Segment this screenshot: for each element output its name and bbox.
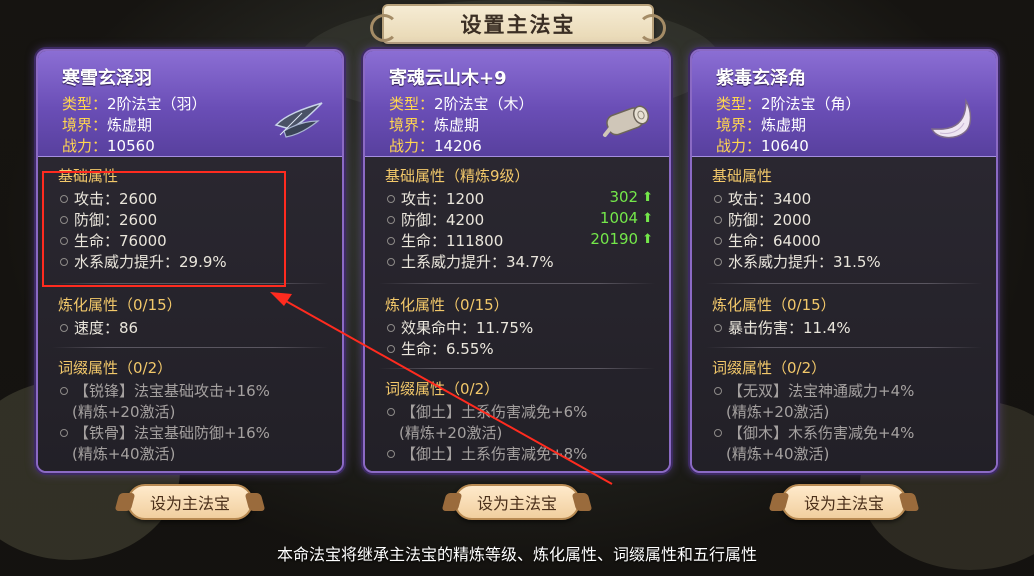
set-main-button-3[interactable]: 设为主法宝 bbox=[781, 484, 907, 520]
treasure-power: 战力：10640 bbox=[716, 137, 809, 155]
affix-attr-title: 词缀属性（0/2） bbox=[385, 380, 500, 398]
treasure-name: 寄魂云山木+9 bbox=[389, 68, 507, 89]
stat-defense: 防御：4200 bbox=[387, 209, 484, 230]
treasure-name: 紫毒玄泽角 bbox=[716, 68, 806, 89]
stat-hp: 生命：64000 bbox=[714, 230, 821, 251]
card-header: 寄魂云山木+9 类型：2阶法宝（木） 境界：炼虚期 战力：14206 bbox=[365, 51, 669, 157]
refine-stat: 生命：6.55% bbox=[387, 338, 494, 359]
affix-condition: (精炼+20激活) bbox=[726, 403, 830, 421]
treasure-name: 寒雪玄泽羽 bbox=[62, 68, 152, 89]
stat-hp: 生命：111800 bbox=[387, 230, 503, 251]
stat-element-boost: 土系威力提升：34.7% bbox=[387, 251, 554, 272]
title-banner: 设置主法宝 bbox=[370, 4, 666, 44]
affix-condition: (精炼+40激活) bbox=[72, 445, 176, 463]
card-body: 基础属性 攻击：3400 防御：2000 生命：64000 水系威力提升：31.… bbox=[692, 157, 996, 471]
stat-gain-hp: 20190 ⬆ bbox=[590, 230, 653, 248]
horn-icon bbox=[930, 98, 972, 139]
treasure-realm: 境界：炼虚期 bbox=[62, 116, 153, 134]
stat-attack: 攻击：1200 bbox=[387, 188, 484, 209]
treasure-card-3[interactable]: 紫毒玄泽角 类型：2阶法宝（角） 境界：炼虚期 战力：10640 基础属性 攻击… bbox=[690, 49, 998, 473]
affix-line: 【御土】土系伤害减免+6% bbox=[387, 401, 587, 422]
affix-attr-title: 词缀属性（0/2） bbox=[712, 359, 827, 377]
affix-condition: (精炼+20激活) bbox=[72, 403, 176, 421]
affix-line: 【无双】法宝神通威力+4% bbox=[714, 380, 914, 401]
affix-condition: (精炼+20激活) bbox=[399, 424, 503, 442]
base-attr-title: 基础属性（精炼9级） bbox=[385, 167, 530, 185]
refine-attr-title: 炼化属性（0/15） bbox=[58, 296, 182, 314]
refine-stat: 速度：86 bbox=[60, 317, 138, 338]
refine-attr-title: 炼化属性（0/15） bbox=[385, 296, 509, 314]
arrow-up-icon: ⬆ bbox=[642, 231, 653, 247]
treasure-type: 类型：2阶法宝（羽） bbox=[62, 95, 207, 113]
treasure-card-2[interactable]: 寄魂云山木+9 类型：2阶法宝（木） 境界：炼虚期 战力：14206 基础属性（… bbox=[363, 49, 671, 473]
page-title: 设置主法宝 bbox=[460, 13, 576, 37]
divider bbox=[379, 283, 655, 284]
treasure-power: 战力：14206 bbox=[389, 137, 482, 155]
treasure-realm: 境界：炼虚期 bbox=[716, 116, 807, 134]
divider bbox=[706, 347, 982, 348]
treasure-power: 战力：10560 bbox=[62, 137, 155, 155]
game-screen: 设置主法宝 寒雪玄泽羽 类型：2阶法宝（羽） 境界：炼虚期 战力：10560 基… bbox=[0, 0, 1034, 576]
refine-stat: 暴击伤害：11.4% bbox=[714, 317, 851, 338]
card-header: 紫毒玄泽角 类型：2阶法宝（角） 境界：炼虚期 战力：10640 bbox=[692, 51, 996, 157]
affix-line: 【御土】土系伤害减免+8% bbox=[387, 443, 587, 464]
affix-line: 【御木】木系伤害减免+4% bbox=[714, 422, 914, 443]
affix-condition: (精炼+40激活) bbox=[726, 445, 830, 463]
affix-line: 【锐锋】法宝基础攻击+16% bbox=[60, 380, 270, 401]
stat-defense: 防御：2000 bbox=[714, 209, 811, 230]
annotation-highlight-box bbox=[42, 171, 286, 287]
treasure-type: 类型：2阶法宝（角） bbox=[716, 95, 861, 113]
affix-line: 【铁骨】法宝基础防御+16% bbox=[60, 422, 270, 443]
divider bbox=[379, 368, 655, 369]
refine-attr-title: 炼化属性（0/15） bbox=[712, 296, 836, 314]
footer-note: 本命法宝将继承主法宝的精炼等级、炼化属性、词缀属性和五行属性 bbox=[276, 545, 757, 564]
base-attr-title: 基础属性 bbox=[712, 167, 773, 185]
treasure-realm: 境界：炼虚期 bbox=[389, 116, 480, 134]
stat-gain-defense: 1004 ⬆ bbox=[599, 209, 653, 227]
refine-stat: 效果命中：11.75% bbox=[387, 317, 533, 338]
set-main-button-1[interactable]: 设为主法宝 bbox=[127, 484, 253, 520]
stat-attack: 攻击：3400 bbox=[714, 188, 811, 209]
wood-log-icon bbox=[603, 105, 650, 137]
affix-attr-title: 词缀属性（0/2） bbox=[58, 359, 173, 377]
set-main-button-2[interactable]: 设为主法宝 bbox=[454, 484, 580, 520]
card-header: 寒雪玄泽羽 类型：2阶法宝（羽） 境界：炼虚期 战力：10560 bbox=[38, 51, 342, 157]
stat-element-boost: 水系威力提升：31.5% bbox=[714, 251, 881, 272]
card-body: 基础属性（精炼9级） 攻击：1200 302 ⬆ 防御：4200 1004 ⬆ 生命… bbox=[365, 157, 669, 471]
arrow-up-icon: ⬆ bbox=[642, 189, 653, 205]
divider bbox=[706, 283, 982, 284]
feather-icon bbox=[274, 102, 323, 138]
stat-gain-attack: 302 ⬆ bbox=[609, 188, 653, 206]
divider bbox=[52, 347, 328, 348]
arrow-up-icon: ⬆ bbox=[642, 210, 653, 226]
treasure-type: 类型：2阶法宝（木） bbox=[389, 95, 534, 113]
